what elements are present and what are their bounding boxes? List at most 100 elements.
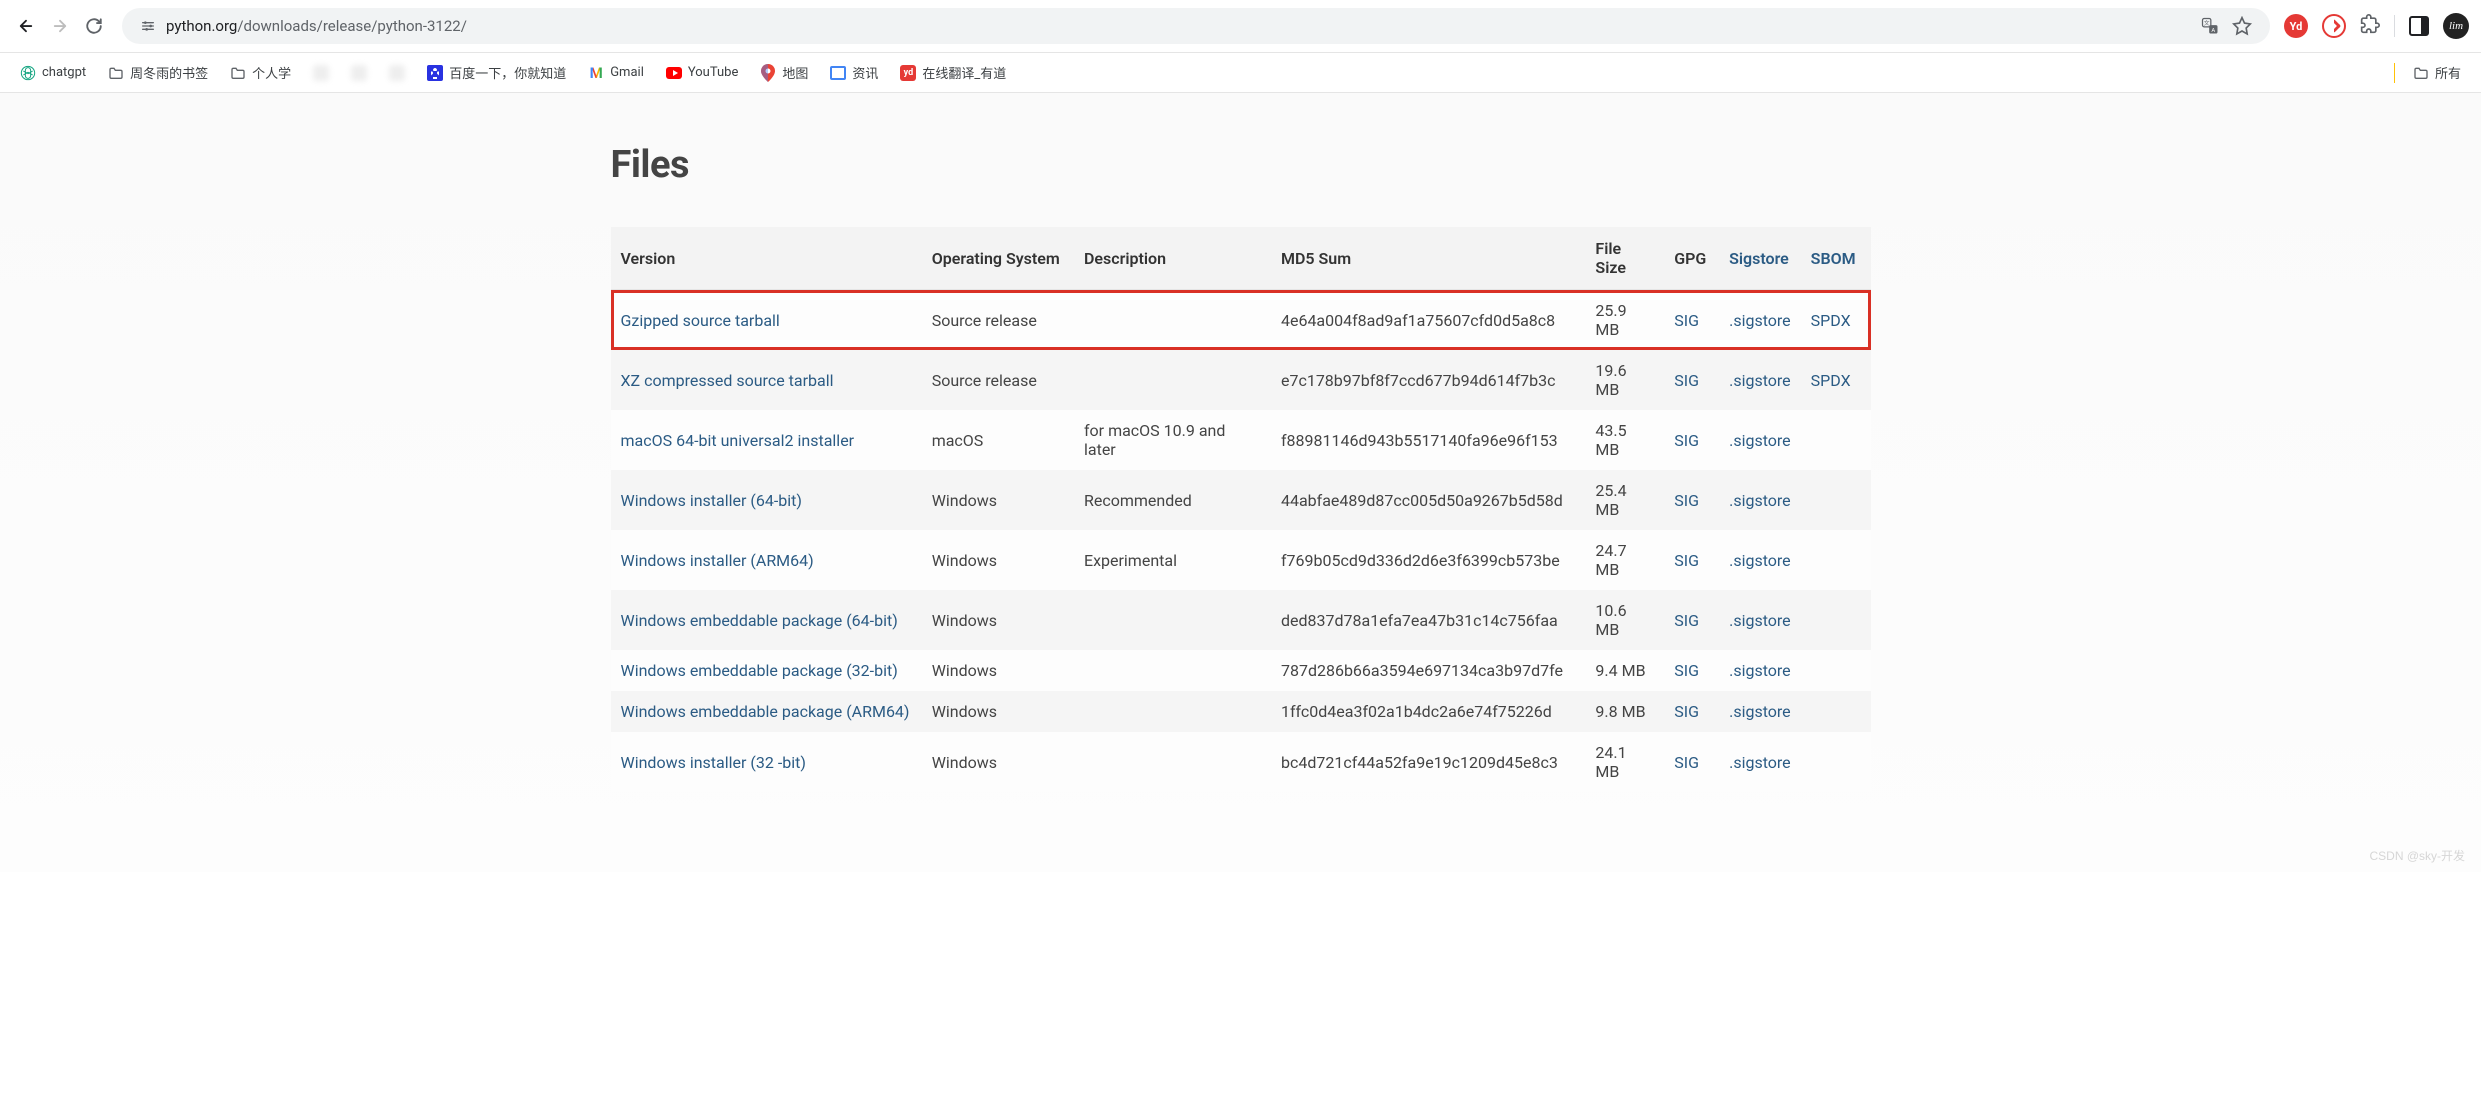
baidu-icon [427,65,443,81]
bookmark-label: Gmail [610,65,644,80]
cell-sbom [1801,530,1871,590]
bookmark-item-2[interactable]: 个人学 [222,59,299,86]
cell-sigstore-link[interactable]: .sigstore [1729,611,1791,630]
watermark: CSDN @sky-开发 [2369,847,2465,864]
extension-icon-2[interactable] [2322,14,2346,38]
cell-sbom [1801,590,1871,650]
extensions-icon[interactable] [2360,14,2380,38]
bookmark-item-4[interactable] [343,61,375,85]
cell-sigstore-link[interactable]: .sigstore [1729,702,1791,721]
cell-sigstore-link[interactable]: .sigstore [1729,371,1791,390]
cell-gpg-link[interactable]: SIG [1674,371,1699,390]
folder-icon [2413,65,2429,81]
cell-gpg-link[interactable]: SIG [1674,311,1699,330]
youdao-extension-icon[interactable]: Yd [2284,14,2308,38]
cell-size: 43.5 MB [1585,410,1664,470]
cell-sbom [1801,470,1871,530]
cell-sigstore-link[interactable]: .sigstore [1729,753,1791,772]
cell-sigstore: .sigstore [1719,410,1801,470]
cell-sigstore-link[interactable]: .sigstore [1729,551,1791,570]
translate-icon[interactable]: 文A [2198,14,2222,38]
bookmark-item-0[interactable]: chatgpt [12,61,94,85]
address-bar[interactable]: python.org/downloads/release/python-3122… [122,8,2270,44]
cell-md5: 4e64a004f8ad9af1a75607cfd0d5a8c8 [1271,290,1585,351]
cell-gpg-link[interactable]: SIG [1674,551,1699,570]
side-panel-icon[interactable] [2409,16,2429,36]
cell-size: 9.8 MB [1585,691,1664,732]
cell-gpg-link[interactable]: SIG [1674,611,1699,630]
sigstore-header-link[interactable]: Sigstore [1729,249,1789,268]
back-button[interactable] [12,12,40,40]
cell-sbom-link[interactable]: SPDX [1811,371,1851,390]
table-row: Windows embeddable package (ARM64)Window… [611,691,1871,732]
bookmark-star-icon[interactable] [2230,14,2254,38]
cell-version-link[interactable]: Windows installer (32 -bit) [621,753,806,772]
cell-sigstore-link[interactable]: .sigstore [1729,491,1791,510]
gmail-icon: M [588,65,604,81]
cell-version-link[interactable]: Windows embeddable package (32-bit) [621,661,898,680]
cell-version-link[interactable]: XZ compressed source tarball [621,371,834,390]
cell-sigstore: .sigstore [1719,650,1801,691]
th-description: Description [1074,227,1271,290]
cell-size: 10.6 MB [1585,590,1664,650]
bookmark-label: 在线翻译_有道 [922,63,1006,82]
bookmark-item-3[interactable] [305,61,337,85]
profile-avatar[interactable]: lim [2443,13,2469,39]
th-sigstore: Sigstore [1719,227,1801,290]
site-settings-icon[interactable] [138,16,158,36]
sbom-header-link[interactable]: SBOM [1811,249,1856,268]
cell-sbom-link[interactable]: SPDX [1811,311,1851,330]
arrow-left-icon [17,17,35,35]
cell-sigstore-link[interactable]: .sigstore [1729,311,1791,330]
bookmark-label: 资讯 [852,63,878,82]
bookmark-item-11[interactable]: yd在线翻译_有道 [892,59,1014,86]
bookmark-item-10[interactable]: 资讯 [822,59,886,86]
cell-sigstore-link[interactable]: .sigstore [1729,661,1791,680]
cell-gpg: SIG [1664,290,1719,351]
bookmark-item-6[interactable]: 百度一下，你就知道 [419,59,574,86]
all-bookmarks-button[interactable]: 所有 [2405,59,2469,86]
cell-gpg-link[interactable]: SIG [1674,431,1699,450]
svg-text:A: A [2211,28,2215,34]
cell-gpg-link[interactable]: SIG [1674,753,1699,772]
cell-sigstore: .sigstore [1719,691,1801,732]
cell-sigstore: .sigstore [1719,290,1801,351]
url-text: python.org/downloads/release/python-3122… [166,17,2190,35]
cell-md5: 787d286b66a3594e697134ca3b97d7fe [1271,650,1585,691]
chatgpt-icon [20,65,36,81]
bookmark-item-5[interactable] [381,61,413,85]
cell-gpg-link[interactable]: SIG [1674,491,1699,510]
cell-gpg: SIG [1664,590,1719,650]
cell-md5: 1ffc0d4ea3f02a1b4dc2a6e74f75226d [1271,691,1585,732]
cell-os: Windows [922,590,1074,650]
cell-sigstore: .sigstore [1719,590,1801,650]
browser-toolbar: python.org/downloads/release/python-3122… [0,0,2481,53]
cell-gpg-link[interactable]: SIG [1674,661,1699,680]
cell-version-link[interactable]: Windows installer (64-bit) [621,491,802,510]
bookmark-item-1[interactable]: 周冬雨的书签 [100,59,216,86]
cell-version: XZ compressed source tarball [611,350,922,410]
bookmark-label: 百度一下，你就知道 [449,63,566,82]
cell-sigstore: .sigstore [1719,530,1801,590]
cell-gpg: SIG [1664,410,1719,470]
cell-version-link[interactable]: Windows installer (ARM64) [621,551,814,570]
cell-gpg-link[interactable]: SIG [1674,702,1699,721]
cell-version-link[interactable]: Windows embeddable package (64-bit) [621,611,898,630]
reload-button[interactable] [80,12,108,40]
forward-button[interactable] [46,12,74,40]
cell-sbom [1801,691,1871,732]
cell-version: macOS 64-bit universal2 installer [611,410,922,470]
bookmark-item-9[interactable]: 地图 [752,59,816,86]
cell-os: Windows [922,530,1074,590]
cell-os: Windows [922,732,1074,792]
cell-os: macOS [922,410,1074,470]
bookmark-item-8[interactable]: YouTube [658,61,747,85]
cell-md5: 44abfae489d87cc005d50a9267b5d58d [1271,470,1585,530]
cell-version-link[interactable]: macOS 64-bit universal2 installer [621,431,855,450]
cell-version-link[interactable]: Gzipped source tarball [621,311,780,330]
bookmark-item-7[interactable]: M Gmail [580,61,652,85]
th-filesize: File Size [1585,227,1664,290]
cell-sbom: SPDX [1801,350,1871,410]
cell-version-link[interactable]: Windows embeddable package (ARM64) [621,702,910,721]
cell-sigstore-link[interactable]: .sigstore [1729,431,1791,450]
